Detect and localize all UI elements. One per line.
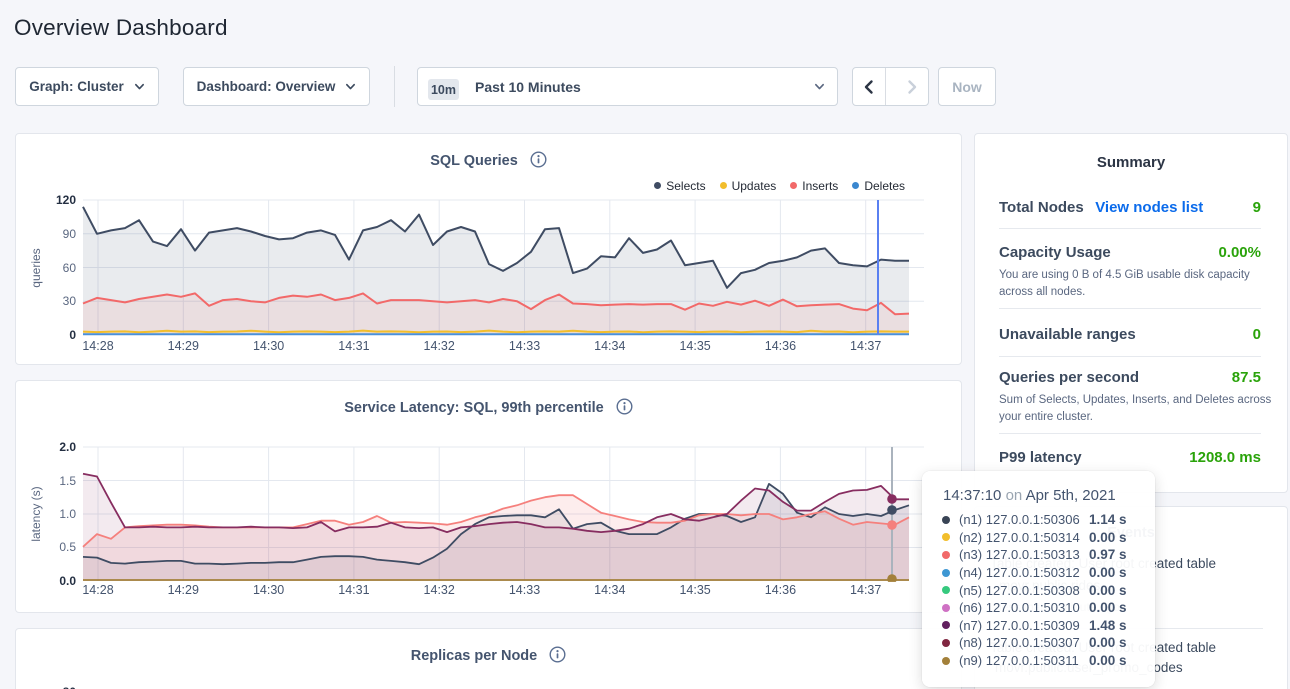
- svg-text:14:35: 14:35: [679, 339, 710, 353]
- svg-text:60: 60: [63, 261, 77, 275]
- svg-text:80: 80: [63, 685, 77, 689]
- svg-text:2.0: 2.0: [59, 440, 76, 454]
- svg-text:14:36: 14:36: [765, 339, 796, 353]
- svg-text:14:31: 14:31: [338, 583, 369, 597]
- svg-text:0.5: 0.5: [59, 540, 76, 554]
- svg-text:14:37: 14:37: [850, 583, 881, 597]
- svg-text:14:34: 14:34: [594, 583, 625, 597]
- svg-text:1.0: 1.0: [59, 507, 76, 521]
- svg-text:0: 0: [69, 328, 76, 342]
- svg-text:14:35: 14:35: [679, 583, 710, 597]
- svg-text:14:33: 14:33: [509, 583, 540, 597]
- svg-text:1.5: 1.5: [59, 474, 76, 488]
- svg-text:14:32: 14:32: [424, 583, 455, 597]
- svg-text:120: 120: [56, 193, 76, 207]
- svg-text:14:34: 14:34: [594, 339, 625, 353]
- svg-text:30: 30: [63, 294, 77, 308]
- svg-text:14:28: 14:28: [82, 339, 113, 353]
- svg-text:queries: queries: [29, 248, 43, 287]
- svg-text:0.0: 0.0: [59, 574, 76, 588]
- svg-text:14:31: 14:31: [338, 339, 369, 353]
- svg-text:14:28: 14:28: [82, 583, 113, 597]
- svg-text:14:33: 14:33: [509, 339, 540, 353]
- svg-text:14:30: 14:30: [253, 339, 284, 353]
- svg-text:latency (s): latency (s): [29, 486, 43, 541]
- svg-text:14:32: 14:32: [424, 339, 455, 353]
- svg-text:14:29: 14:29: [168, 583, 199, 597]
- svg-text:14:29: 14:29: [168, 339, 199, 353]
- svg-text:14:30: 14:30: [253, 583, 284, 597]
- svg-text:14:36: 14:36: [765, 583, 796, 597]
- svg-text:14:37: 14:37: [850, 339, 881, 353]
- svg-text:90: 90: [63, 227, 77, 241]
